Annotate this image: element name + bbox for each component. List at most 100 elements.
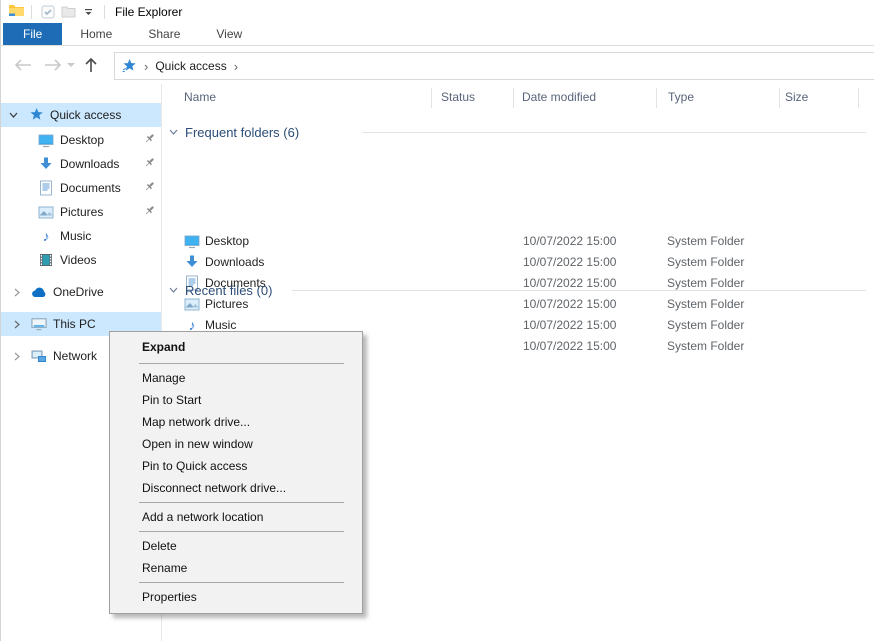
- sidebar-item-desktop[interactable]: Desktop: [1, 128, 161, 152]
- pin-icon[interactable]: [143, 156, 156, 172]
- sidebar-item-label: Quick access: [50, 108, 121, 122]
- menu-item-add-network-location[interactable]: Add a network location: [110, 506, 362, 528]
- desktop-icon: [38, 132, 54, 148]
- sidebar-item-pictures[interactable]: Pictures: [1, 200, 161, 224]
- sidebar-item-label: Music: [60, 229, 91, 243]
- file-date-modified: 10/07/2022 15:00: [523, 231, 616, 252]
- file-type: System Folder: [667, 336, 744, 357]
- menu-item-manage[interactable]: Manage: [110, 367, 362, 389]
- tab-home[interactable]: Home: [62, 23, 130, 45]
- sidebar-item-label: This PC: [53, 317, 96, 331]
- chevron-down-icon: [169, 287, 178, 293]
- titlebar-separator: [31, 5, 32, 19]
- desktop-icon: [184, 233, 200, 249]
- menu-item-properties[interactable]: Properties: [110, 586, 362, 608]
- pin-icon[interactable]: [143, 204, 156, 220]
- downloads-icon: [184, 254, 200, 270]
- menu-item-map-network-drive[interactable]: Map network drive...: [110, 411, 362, 433]
- column-header-type[interactable]: Type: [668, 84, 694, 110]
- column-separator[interactable]: [431, 88, 432, 108]
- sidebar-item-label: OneDrive: [53, 285, 104, 299]
- menu-item-expand[interactable]: Expand: [110, 334, 362, 360]
- column-header-name[interactable]: Name: [184, 84, 216, 110]
- file-name: Desktop: [205, 231, 249, 252]
- chevron-down-icon: [169, 129, 178, 135]
- menu-item-pin-to-start[interactable]: Pin to Start: [110, 389, 362, 411]
- file-explorer-icon: [8, 2, 25, 21]
- file-type: System Folder: [667, 294, 744, 315]
- onedrive-icon: [31, 284, 47, 300]
- group-recent-files[interactable]: Recent files (0): [169, 280, 272, 300]
- back-button[interactable]: [11, 53, 35, 77]
- tab-file[interactable]: File: [3, 23, 62, 45]
- column-header-size[interactable]: Size: [785, 84, 808, 110]
- pin-icon[interactable]: [143, 132, 156, 148]
- file-name: Downloads: [205, 252, 264, 273]
- customize-toolbar-chevron-icon[interactable]: [78, 3, 98, 21]
- navigation-bar: › Quick access ›: [1, 46, 874, 84]
- sidebar-item-music[interactable]: ♪ Music: [1, 224, 161, 248]
- file-row-desktop[interactable]: Desktop 10/07/2022 15:00 System Folder: [162, 231, 874, 252]
- file-type: System Folder: [667, 315, 744, 336]
- sidebar-item-downloads[interactable]: Downloads: [1, 152, 161, 176]
- column-header-status[interactable]: Status: [441, 84, 475, 110]
- breadcrumb-chevron-icon[interactable]: ›: [234, 59, 238, 74]
- this-pc-icon: [31, 316, 47, 332]
- title-bar: File Explorer: [1, 0, 874, 23]
- music-icon: ♪: [38, 228, 54, 244]
- chevron-right-icon[interactable]: [9, 288, 25, 297]
- menu-item-delete[interactable]: Delete: [110, 535, 362, 557]
- recent-locations-chevron-icon[interactable]: [63, 53, 79, 77]
- sidebar-item-label: Downloads: [60, 157, 119, 171]
- forward-button[interactable]: [41, 53, 65, 77]
- quick-access-star-icon: [121, 58, 137, 74]
- properties-quick-button[interactable]: [38, 3, 58, 21]
- tab-share[interactable]: Share: [130, 23, 198, 45]
- file-date-modified: 10/07/2022 15:00: [523, 294, 616, 315]
- breadcrumb-quick-access[interactable]: Quick access: [155, 59, 226, 73]
- chevron-right-icon[interactable]: [9, 320, 25, 329]
- sidebar-item-onedrive[interactable]: OneDrive: [1, 280, 161, 304]
- column-header-date-modified[interactable]: Date modified: [522, 84, 596, 110]
- tab-view[interactable]: View: [198, 23, 260, 45]
- file-row-downloads[interactable]: Downloads 10/07/2022 15:00 System Folder: [162, 252, 874, 273]
- menu-separator: [139, 363, 344, 364]
- downloads-icon: [38, 156, 54, 172]
- file-date-modified: 10/07/2022 15:00: [523, 315, 616, 336]
- group-label: Frequent folders (6): [185, 125, 299, 140]
- new-folder-quick-button[interactable]: [58, 3, 78, 21]
- ribbon-tab-bar: File Home Share View: [1, 23, 874, 46]
- videos-icon: [38, 252, 54, 268]
- column-separator[interactable]: [858, 88, 859, 108]
- menu-item-pin-to-quick-access[interactable]: Pin to Quick access: [110, 455, 362, 477]
- group-rule: [292, 290, 866, 291]
- network-icon: [31, 348, 47, 364]
- pin-icon[interactable]: [143, 180, 156, 196]
- address-bar[interactable]: › Quick access ›: [114, 52, 874, 80]
- file-explorer-window: File Explorer File Home Share View › Qui…: [0, 0, 874, 641]
- sidebar-item-documents[interactable]: Documents: [1, 176, 161, 200]
- sidebar-item-videos[interactable]: Videos: [1, 248, 161, 272]
- menu-item-open-in-new-window[interactable]: Open in new window: [110, 433, 362, 455]
- menu-item-disconnect-network-drive[interactable]: Disconnect network drive...: [110, 477, 362, 499]
- sidebar-item-label: Documents: [60, 181, 121, 195]
- chevron-down-icon[interactable]: [5, 112, 21, 118]
- file-date-modified: 10/07/2022 15:00: [523, 252, 616, 273]
- breadcrumb-chevron-icon: ›: [144, 59, 148, 74]
- sidebar-item-label: Network: [53, 349, 97, 363]
- chevron-right-icon[interactable]: [9, 352, 25, 361]
- menu-item-rename[interactable]: Rename: [110, 557, 362, 579]
- window-title: File Explorer: [115, 5, 182, 19]
- column-separator[interactable]: [513, 88, 514, 108]
- menu-separator: [139, 531, 344, 532]
- file-type: System Folder: [667, 252, 744, 273]
- titlebar-separator: [104, 5, 105, 19]
- group-frequent-folders[interactable]: Frequent folders (6): [169, 122, 299, 142]
- column-separator[interactable]: [656, 88, 657, 108]
- menu-separator: [139, 582, 344, 583]
- this-pc-context-menu: Expand Manage Pin to Start Map network d…: [109, 331, 363, 614]
- sidebar-item-label: Pictures: [60, 205, 103, 219]
- up-button[interactable]: [79, 53, 103, 77]
- sidebar-item-quick-access[interactable]: Quick access: [1, 103, 161, 127]
- column-separator[interactable]: [779, 88, 780, 108]
